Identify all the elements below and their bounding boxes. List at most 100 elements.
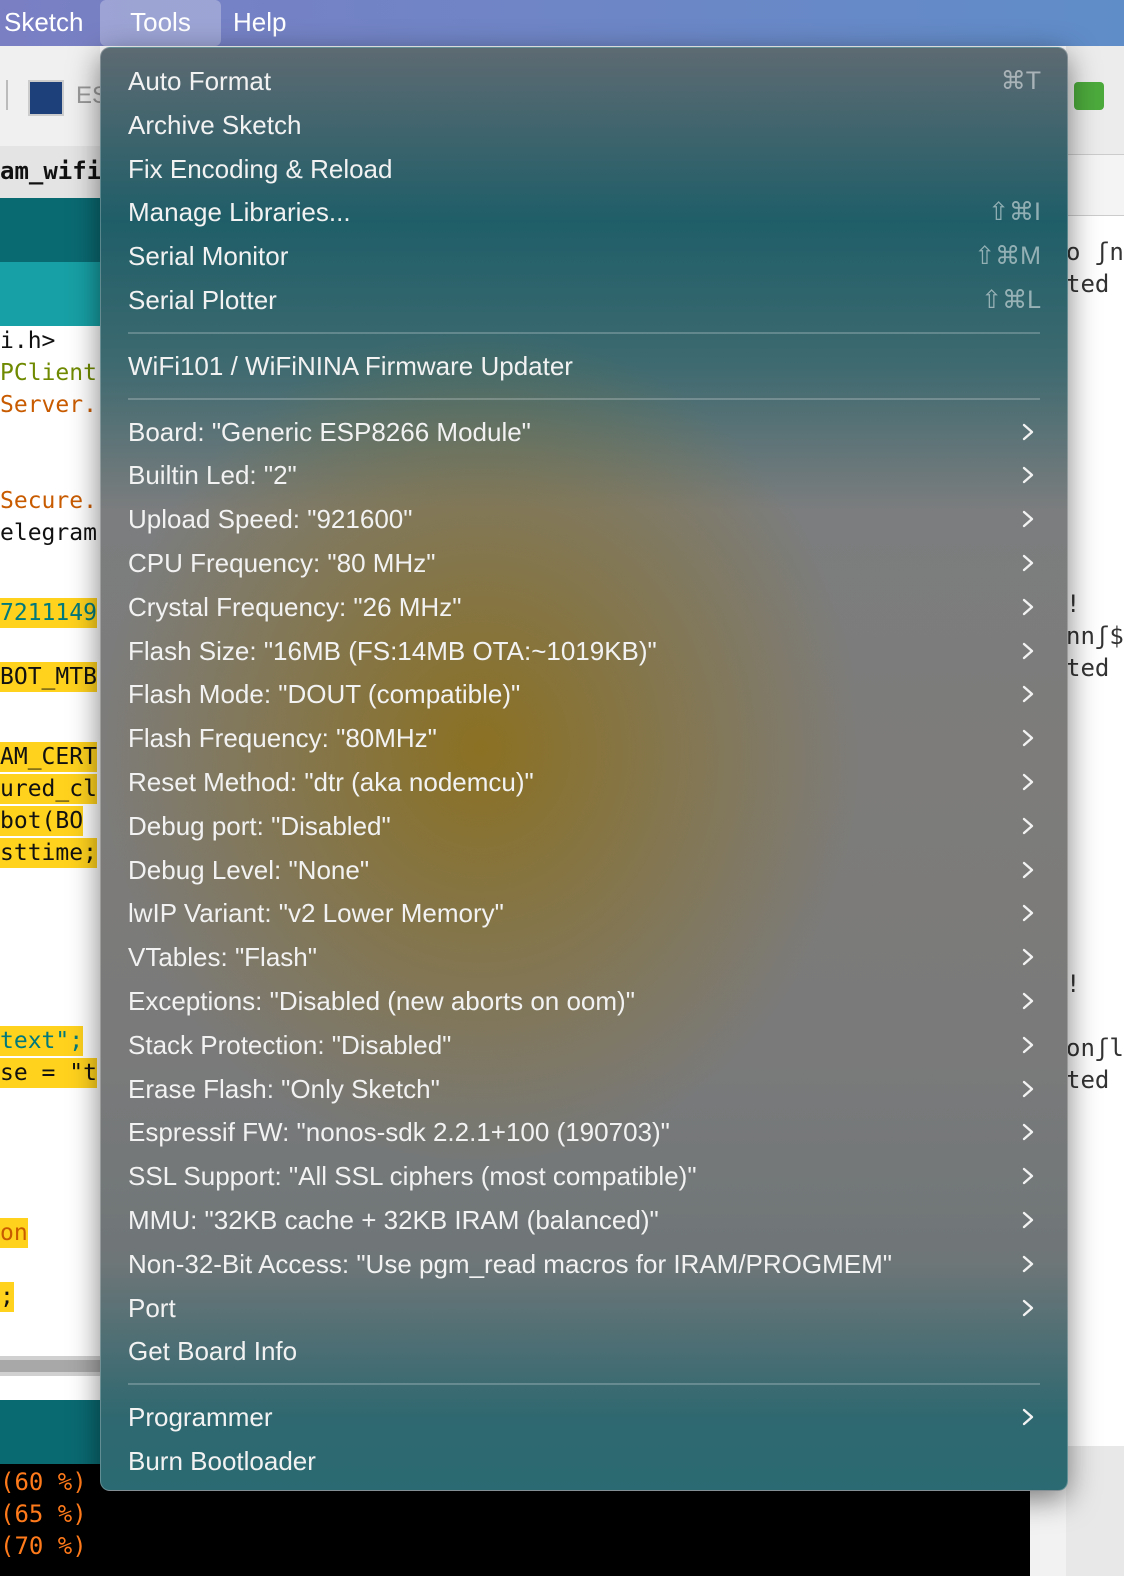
menu-item-label: Builtin Led: "2" (128, 460, 297, 491)
console-line: (70 %) (0, 1532, 87, 1560)
serial-monitor-icon[interactable] (1074, 82, 1104, 110)
menu-item-wifi101-wifinina-firmware-updater[interactable]: WiFi101 / WiFiNINA Firmware Updater (101, 344, 1067, 388)
console-header-bar (0, 1400, 100, 1464)
menu-item-reset-method[interactable]: Reset Method: "dtr (aka nodemcu)" (101, 760, 1067, 804)
menu-item-label: CPU Frequency: "80 MHz" (128, 548, 436, 578)
editor-horizontal-scrollbar[interactable] (0, 1356, 100, 1376)
menu-item-label: Port (128, 1292, 176, 1323)
serial-monitor-window: o ʃn' ted! nnʃ$ ted! onʃl ted (1066, 46, 1124, 1576)
menu-item-label: lwIP Variant: "v2 Lower Memory" (128, 898, 504, 929)
menu-item-label: Programmer (128, 1402, 273, 1433)
menu-item-mmu[interactable]: MMU: "32KB cache + 32KB IRAM (balanced)" (101, 1198, 1067, 1242)
menu-item-debug-port[interactable]: Debug port: "Disabled" (101, 804, 1067, 848)
menu-item-port[interactable]: Port (101, 1286, 1067, 1330)
toolbar-divider (6, 80, 8, 110)
serial-input-field[interactable] (1066, 154, 1124, 216)
menu-divider (128, 1383, 1040, 1386)
menu-item-shortcut: ⇧⌘L (981, 286, 1041, 314)
menu-item-builtin-led[interactable]: Builtin Led: "2" (101, 453, 1067, 497)
menu-item-shortcut: ⇧⌘I (988, 198, 1041, 227)
menu-item-crystal-frequency[interactable]: Crystal Frequency: "26 MHz" (101, 585, 1067, 629)
menu-item-vtables[interactable]: VTables: "Flash" (101, 935, 1067, 979)
editor-toolbar: ES (0, 46, 108, 146)
menu-item-label: Fix Encoding & Reload (128, 153, 393, 184)
code-line: Server. (0, 392, 97, 418)
menu-item-programmer[interactable]: Programmer (101, 1395, 1067, 1439)
menu-item-erase-flash[interactable]: Erase Flash: "Only Sketch" (101, 1067, 1067, 1111)
menu-item-serial-monitor[interactable]: Serial Monitor ⇧⌘M (101, 234, 1067, 278)
chevron-right-icon (1019, 642, 1037, 660)
chevron-right-icon (1019, 1255, 1037, 1273)
menu-item-label: Serial Monitor (128, 241, 289, 272)
menu-item-shortcut: ⇧⌘M (974, 242, 1041, 271)
menu-item-label: Auto Format (128, 66, 272, 96)
menubar-item-help[interactable]: Help (233, 0, 286, 46)
menu-item-label: Exceptions: "Disabled (new aborts on oom… (128, 986, 635, 1016)
menubar-item-sketch[interactable]: Sketch (4, 0, 84, 46)
chevron-right-icon (1019, 510, 1037, 528)
code-line: ; (0, 1282, 14, 1312)
menu-item-exceptions[interactable]: Exceptions: "Disabled (new aborts on oom… (101, 979, 1067, 1023)
menu-divider (128, 397, 1040, 400)
esp-logo-icon[interactable] (28, 80, 64, 116)
menu-item-stack-protection[interactable]: Stack Protection: "Disabled" (101, 1023, 1067, 1067)
menu-item-espressif-fw[interactable]: Espressif FW: "nonos-sdk 2.2.1+100 (1907… (101, 1110, 1067, 1154)
menu-item-debug-level[interactable]: Debug Level: "None" (101, 848, 1067, 892)
serial-output-line: nnʃ$ (1066, 622, 1124, 650)
menu-item-label: Archive Sketch (128, 109, 302, 140)
chevron-right-icon (1019, 817, 1037, 835)
menu-item-manage-libraries[interactable]: Manage Libraries... ⇧⌘I (101, 190, 1067, 234)
code-line: on (0, 1218, 28, 1248)
serial-output-line: ! (1066, 970, 1081, 998)
menu-item-flash-mode[interactable]: Flash Mode: "DOUT (compatible)" (101, 672, 1067, 716)
menu-item-non-32-bit-access[interactable]: Non-32-Bit Access: "Use pgm_read macros … (101, 1242, 1067, 1286)
menu-item-board[interactable]: Board: "Generic ESP8266 Module" (101, 410, 1067, 454)
menu-item-label: Stack Protection: "Disabled" (128, 1029, 452, 1060)
menu-item-label: VTables: "Flash" (128, 942, 317, 973)
menu-item-flash-frequency[interactable]: Flash Frequency: "80MHz" (101, 716, 1067, 760)
menu-item-serial-plotter[interactable]: Serial Plotter ⇧⌘L (101, 278, 1067, 322)
menu-item-cpu-frequency[interactable]: CPU Frequency: "80 MHz" (101, 541, 1067, 585)
menu-item-label: Reset Method: "dtr (aka nodemcu)" (128, 767, 534, 797)
menu-item-shortcut: ⌘T (1000, 67, 1041, 95)
menu-item-upload-speed[interactable]: Upload Speed: "921600" (101, 497, 1067, 541)
menu-item-label: WiFi101 / WiFiNINA Firmware Updater (128, 350, 573, 381)
editor-tab-bar (0, 262, 100, 326)
menu-item-label: Flash Frequency: "80MHz" (128, 723, 437, 754)
code-editor[interactable]: i.h> PClient Server. Secure. elegram 7211149 B… (0, 326, 100, 1356)
chevron-right-icon (1019, 1167, 1037, 1185)
code-line: text"; (0, 1026, 84, 1056)
menu-item-get-board-info[interactable]: Get Board Info (101, 1329, 1067, 1373)
editor-header-bar (0, 198, 100, 262)
menu-item-lwip-variant[interactable]: lwIP Variant: "v2 Lower Memory" (101, 891, 1067, 935)
menu-item-label: Espressif FW: "nonos-sdk 2.2.1+100 (1907… (128, 1117, 670, 1148)
console-line: (65 %) (0, 1500, 87, 1528)
menu-item-flash-size[interactable]: Flash Size: "16MB (FS:14MB OTA:~1019KB)" (101, 629, 1067, 673)
menu-item-label: Debug port: "Disabled" (128, 810, 391, 841)
code-line: bot(BO (0, 806, 84, 836)
code-line: ured_cl (0, 774, 97, 804)
code-line: 7211149 (0, 598, 97, 628)
menu-item-label: Flash Size: "16MB (FS:14MB OTA:~1019KB)" (128, 635, 657, 666)
serial-output-line: ted (1066, 270, 1110, 298)
menu-item-archive-sketch[interactable]: Archive Sketch (101, 103, 1067, 147)
chevron-right-icon (1019, 685, 1037, 703)
menu-item-fix-encoding-reload[interactable]: Fix Encoding & Reload (101, 147, 1067, 191)
scrollbar-thumb[interactable] (0, 1360, 100, 1372)
menu-item-label: Upload Speed: "921600" (128, 504, 413, 535)
menu-item-burn-bootloader[interactable]: Burn Bootloader (101, 1439, 1067, 1483)
menubar-item-tools[interactable]: Tools (100, 0, 221, 46)
menu-item-label: Non-32-Bit Access: "Use pgm_read macros … (128, 1248, 893, 1279)
chevron-right-icon (1019, 554, 1037, 572)
sketch-tab[interactable]: am_wifi (0, 146, 100, 198)
chevron-right-icon (1019, 1080, 1037, 1098)
menu-item-label: Get Board Info (128, 1336, 298, 1367)
chevron-right-icon (1019, 598, 1037, 616)
menu-item-ssl-support[interactable]: SSL Support: "All SSL ciphers (most comp… (101, 1154, 1067, 1198)
chevron-right-icon (1019, 904, 1037, 922)
chevron-right-icon (1019, 466, 1037, 484)
menu-item-auto-format[interactable]: Auto Format ⌘T (101, 59, 1067, 103)
code-line: BOT_MTB (0, 662, 97, 692)
menu-item-label: Flash Mode: "DOUT (compatible)" (128, 679, 521, 710)
code-line: sttime; (0, 838, 97, 868)
